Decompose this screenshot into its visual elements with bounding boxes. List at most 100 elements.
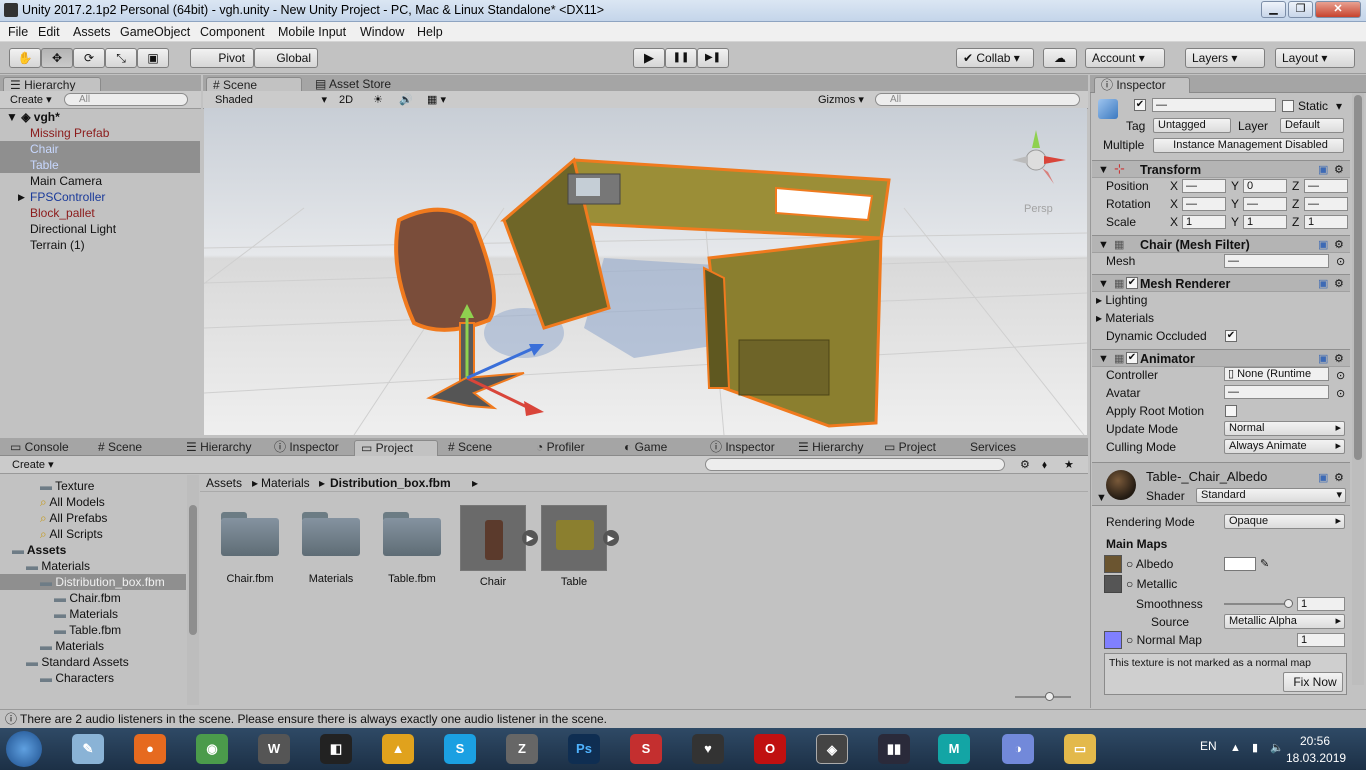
maximize-button[interactable]: ❐ (1288, 1, 1313, 18)
layout-dropdown[interactable]: Layout ▾ (1275, 48, 1355, 68)
inspector-scroll-thumb[interactable] (1354, 95, 1362, 460)
project-tree-item[interactable]: ▬ Standard Assets (0, 654, 186, 670)
substance-painter-icon[interactable]: S (630, 734, 662, 764)
breadcrumb-assets[interactable]: Assets (206, 475, 242, 491)
persp-label[interactable]: Persp (1024, 202, 1053, 216)
play-preview-icon[interactable]: ▶ (603, 530, 619, 546)
avatar-field[interactable]: — (1224, 385, 1329, 399)
account-dropdown[interactable]: Account ▾ (1085, 48, 1165, 68)
opera-icon[interactable]: O (754, 734, 786, 764)
menu-window[interactable]: Window (360, 25, 404, 39)
favorite-icon[interactable]: ★ (1064, 458, 1074, 472)
pivot-toggle[interactable]: Pivot (190, 48, 254, 68)
transform-x-field[interactable]: — (1182, 197, 1226, 211)
transform-x-field[interactable]: 1 (1182, 215, 1226, 229)
file-explorer-icon[interactable]: ▭ (1064, 734, 1096, 764)
tab-inspector-2[interactable]: ⓘ Inspector (268, 440, 345, 456)
transform-y-field[interactable]: 0 (1243, 179, 1287, 193)
fix-now-button[interactable]: Fix Now (1283, 672, 1343, 692)
global-toggle[interactable]: Global (254, 48, 318, 68)
scene-root[interactable]: ▼ ◈ vgh* (0, 109, 200, 125)
tree-scroll-thumb[interactable] (189, 505, 197, 635)
tab-project-2[interactable]: ▭ Project (878, 440, 942, 456)
cloud-button[interactable]: ☁ (1043, 48, 1077, 68)
scene-search-input[interactable]: All (875, 93, 1080, 106)
filter-type-icon[interactable]: ⚙ (1020, 458, 1030, 472)
object-picker-icon[interactable]: ⊙ (1336, 387, 1345, 401)
hierarchy-item[interactable]: Block_pallet (0, 205, 200, 221)
hierarchy-item[interactable]: Table (0, 157, 200, 173)
status-message[interactable]: There are 2 audio listeners in the scene… (20, 712, 607, 726)
move-tool-button[interactable]: ✥ (41, 48, 73, 68)
transform-y-field[interactable]: 1 (1243, 215, 1287, 229)
mesh-filter-header[interactable]: ▼ ▦ Chair (Mesh Filter) ▣ ⚙ (1092, 235, 1350, 253)
project-tree-item[interactable]: ⌕ All Scripts (0, 526, 186, 542)
collab-dropdown[interactable]: ✔ Collab ▾ (956, 48, 1034, 68)
breadcrumb-materials[interactable]: Materials (261, 475, 310, 491)
project-create-button[interactable]: Create ▾ (12, 458, 54, 472)
tab-profiler[interactable]: ◔ Profiler (530, 440, 591, 456)
mesh-renderer-header[interactable]: ▼ ▦ ✔ Mesh Renderer ▣ ⚙ (1092, 274, 1350, 292)
clock-time[interactable]: 20:56 (1300, 734, 1330, 748)
project-search-input[interactable] (705, 458, 1005, 471)
transform-z-field[interactable]: — (1304, 179, 1348, 193)
gear-icon[interactable]: ⚙ (1334, 163, 1344, 177)
culling-mode-dropdown[interactable]: Always Animate ▸ (1224, 439, 1345, 454)
smoothness-slider[interactable] (1224, 599, 1293, 608)
zbrush-icon[interactable]: Z (506, 734, 538, 764)
tab-project[interactable]: ▭ Project (354, 440, 438, 456)
expand-arrow-icon[interactable]: ▶ (18, 189, 25, 205)
hierarchy-item[interactable]: Chair (0, 141, 200, 157)
tray-arrow-icon[interactable]: ▲ (1230, 741, 1241, 755)
active-checkbox[interactable]: ✔ (1134, 99, 1146, 111)
menu-gameobject[interactable]: GameObject (120, 25, 190, 39)
help-icon[interactable]: ▣ (1318, 238, 1328, 252)
project-tree-item[interactable]: ▬ Assets (0, 542, 186, 558)
menu-file[interactable]: File (8, 25, 28, 39)
tab-inspector[interactable]: ⓘ Inspector (1094, 77, 1190, 93)
transform-z-field[interactable]: 1 (1304, 215, 1348, 229)
menu-help[interactable]: Help (417, 25, 443, 39)
gear-icon[interactable]: ⚙ (1334, 471, 1344, 485)
tab-inspector-3[interactable]: ⓘ Inspector (704, 440, 781, 456)
volume-icon[interactable]: 🔈 (1270, 741, 1284, 755)
layer-dropdown[interactable]: Default (1280, 118, 1344, 133)
pause-button[interactable]: ❚❚ (665, 48, 697, 68)
animator-enabled-checkbox[interactable]: ✔ (1126, 352, 1138, 364)
asset-folder[interactable]: Table.fbm (377, 505, 447, 585)
menu-assets[interactable]: Assets (73, 25, 111, 39)
animator-header[interactable]: ▼ ▦ ✔ Animator ▣ ⚙ (1092, 349, 1350, 367)
chevron-down-icon[interactable]: ▾ (1336, 99, 1342, 113)
gear-icon[interactable]: ⚙ (1334, 352, 1344, 366)
dynamic-occluded-checkbox[interactable]: ✔ (1225, 330, 1237, 342)
tree-scrollbar[interactable] (187, 475, 199, 705)
world-of-tanks-icon[interactable]: W (258, 734, 290, 764)
rendering-mode-dropdown[interactable]: Opaque ▸ (1224, 514, 1345, 529)
arma-launcher-icon[interactable]: ▲ (382, 734, 414, 764)
play-preview-icon[interactable]: ▶ (522, 530, 538, 546)
chrome-icon[interactable]: ◉ (196, 734, 228, 764)
audio-toggle-icon[interactable]: 🔊 (399, 93, 413, 107)
minimize-button[interactable]: ▁ (1261, 1, 1286, 18)
project-tree-item[interactable]: ▬ Texture (0, 478, 186, 494)
transform-y-field[interactable]: — (1243, 197, 1287, 211)
rotate-tool-button[interactable]: ⟳ (73, 48, 105, 68)
metallic-texture-slot[interactable] (1104, 575, 1122, 593)
tab-services[interactable]: Services (964, 440, 1022, 456)
eyedropper-icon[interactable]: ✎ (1260, 557, 1269, 571)
materials-foldout[interactable]: ▸ Materials (1096, 311, 1154, 325)
smoothness-value-field[interactable]: 1 (1297, 597, 1345, 611)
tag-dropdown[interactable]: Untagged (1153, 118, 1231, 133)
unity-taskbar-icon[interactable]: ◈ (816, 734, 848, 764)
instance-management-button[interactable]: Instance Management Disabled (1153, 138, 1344, 153)
network-icon[interactable]: ▮ (1252, 741, 1258, 755)
object-name-field[interactable]: — (1152, 98, 1276, 112)
asset-folder[interactable]: Materials (296, 505, 366, 585)
hierarchy-item[interactable]: Terrain (1) (0, 237, 200, 253)
help-icon[interactable]: ▣ (1318, 471, 1328, 485)
gear-icon[interactable]: ⚙ (1334, 277, 1344, 291)
project-tree-item[interactable]: ⌕ All Prefabs (0, 510, 186, 526)
albedo-texture-slot[interactable] (1104, 555, 1122, 573)
menu-edit[interactable]: Edit (38, 25, 60, 39)
orientation-gizmo[interactable] (1012, 130, 1066, 184)
